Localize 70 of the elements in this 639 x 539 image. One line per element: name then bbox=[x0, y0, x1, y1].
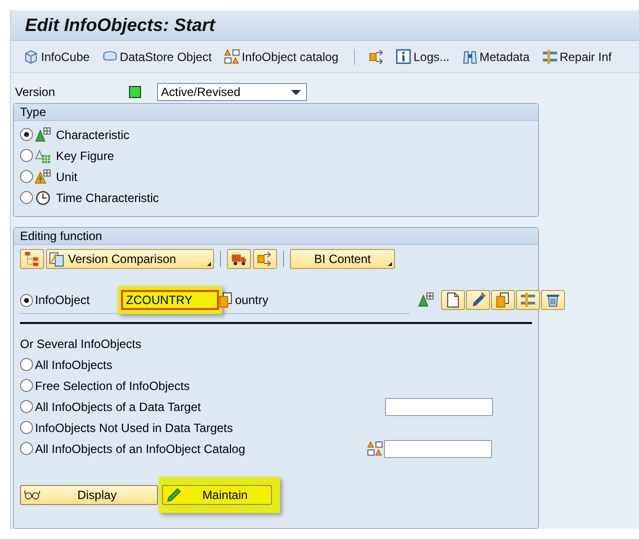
version-dropdown[interactable]: Active/Revised bbox=[157, 83, 307, 101]
key-figure-icon bbox=[35, 148, 51, 164]
radio-button[interactable] bbox=[20, 128, 33, 141]
toolbar-button[interactable]: Metadata bbox=[460, 46, 536, 66]
status-icon bbox=[129, 86, 141, 98]
transfer-icon[interactable] bbox=[369, 48, 386, 64]
radio-button[interactable] bbox=[20, 379, 33, 392]
characteristic-icon bbox=[418, 292, 434, 308]
radio-button[interactable] bbox=[20, 442, 33, 455]
radio-button[interactable] bbox=[20, 170, 33, 183]
panel-title: Editing function bbox=[20, 229, 102, 243]
unit-icon bbox=[35, 168, 51, 184]
catalog-icon bbox=[367, 440, 383, 456]
radio-button[interactable] bbox=[20, 358, 33, 371]
option-label: Characteristic bbox=[56, 128, 130, 142]
catalog-icon bbox=[224, 48, 240, 64]
radio-button[interactable] bbox=[20, 191, 33, 204]
infoobject-field[interactable]: ZCOUNTRY bbox=[121, 290, 219, 310]
toolbar-button[interactable]: InfoObject catalog bbox=[222, 46, 344, 66]
clock-icon bbox=[35, 190, 51, 206]
pencil-icon bbox=[166, 487, 182, 503]
radio-button[interactable] bbox=[20, 400, 33, 413]
option-label: Unit bbox=[56, 170, 78, 184]
toolbar-button[interactable] bbox=[253, 249, 277, 269]
panel-title: Type bbox=[20, 105, 46, 119]
copy-icon[interactable] bbox=[218, 292, 234, 308]
toolbar-button[interactable]: InfoCube bbox=[21, 46, 96, 66]
option-label: Key Figure bbox=[56, 148, 114, 162]
wrench-icon bbox=[542, 48, 558, 64]
radio-button[interactable] bbox=[20, 421, 33, 434]
wrench-icon bbox=[520, 292, 536, 308]
trash-icon bbox=[545, 292, 561, 308]
field-label: Version bbox=[14, 85, 56, 99]
action-button[interactable]: Display bbox=[20, 485, 158, 505]
option-label: Free Selection of InfoObjects bbox=[35, 378, 191, 392]
dropdown-button[interactable]: Version Comparison bbox=[46, 249, 214, 269]
hierarchy-icon bbox=[24, 251, 40, 267]
option-label: All InfoObjects bbox=[35, 358, 114, 372]
copy-icon bbox=[495, 292, 511, 308]
radio-button[interactable] bbox=[20, 149, 33, 162]
window-title: Edit InfoObjects: Start bbox=[25, 14, 216, 36]
toolbar-button[interactable]: Logs... bbox=[393, 46, 456, 66]
action-button[interactable] bbox=[491, 290, 515, 310]
pencil-icon bbox=[470, 292, 486, 308]
input-field[interactable] bbox=[385, 398, 493, 416]
toolbar-button[interactable] bbox=[227, 249, 251, 269]
toolbar-button[interactable]: Repair Inf bbox=[540, 46, 618, 66]
option-label: All InfoObjects of an InfoObject Catalog bbox=[35, 442, 246, 456]
action-button[interactable] bbox=[541, 290, 565, 310]
compare-icon bbox=[49, 251, 65, 267]
input-field[interactable] bbox=[384, 440, 492, 458]
description-text: ountry bbox=[235, 293, 268, 307]
action-button[interactable]: Maintain bbox=[162, 485, 272, 505]
section-label: Or Several InfoObjects bbox=[20, 336, 142, 353]
toolbar-button[interactable]: DataStore Object bbox=[100, 46, 218, 66]
characteristic-icon bbox=[35, 126, 51, 142]
binoculars-icon bbox=[462, 48, 478, 64]
option-label: Time Characteristic bbox=[56, 190, 159, 204]
action-button[interactable] bbox=[466, 290, 490, 310]
info-icon bbox=[395, 48, 412, 64]
document-icon bbox=[445, 292, 461, 308]
action-button[interactable] bbox=[441, 290, 465, 310]
caret-icon bbox=[291, 90, 301, 95]
cube-icon bbox=[23, 48, 39, 64]
option-label: InfoObjects Not Used in Data Targets bbox=[35, 420, 234, 434]
radio-button[interactable] bbox=[20, 294, 33, 306]
option-label: All InfoObjects of a Data Target bbox=[35, 400, 202, 414]
transfer-icon bbox=[257, 251, 273, 267]
dropdown-button[interactable]: BI Content bbox=[290, 249, 395, 269]
option-label: InfoObject bbox=[35, 293, 91, 307]
